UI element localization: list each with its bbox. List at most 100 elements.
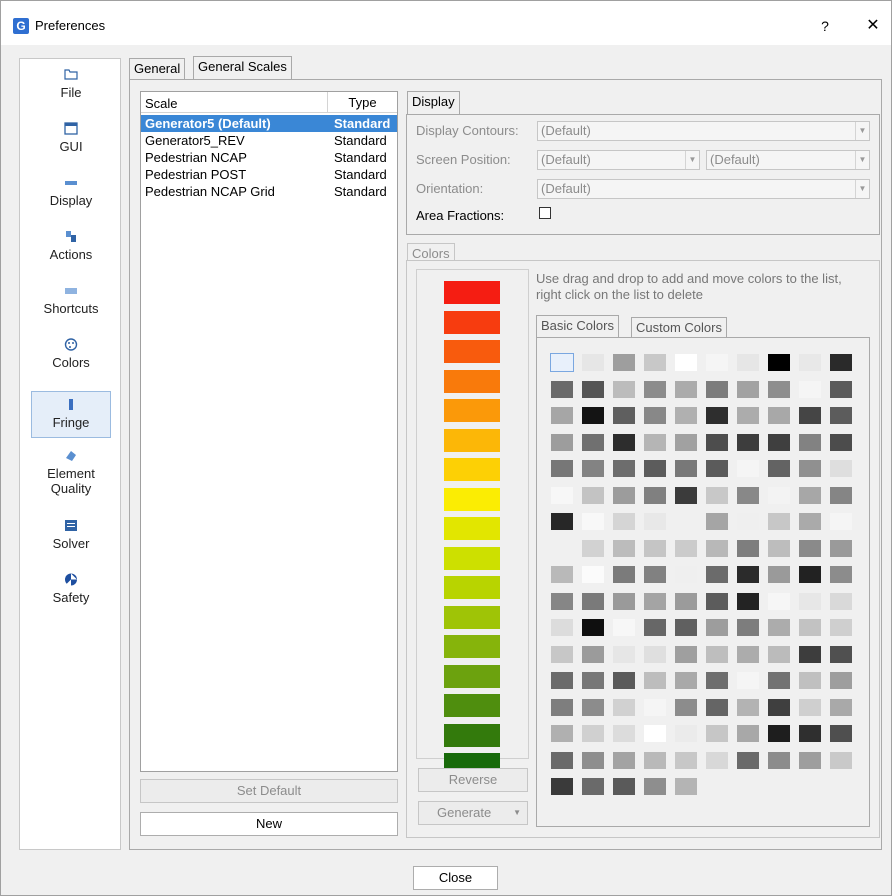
basic-color-cell[interactable] — [799, 433, 821, 451]
basic-color-cell[interactable] — [644, 566, 666, 583]
basic-color-cell[interactable] — [644, 645, 666, 663]
basic-color-cell[interactable] — [768, 433, 790, 451]
color-swatch[interactable] — [444, 664, 500, 688]
basic-color-cell[interactable] — [551, 380, 573, 398]
basic-color-cell[interactable] — [675, 751, 697, 769]
basic-color-cell[interactable] — [644, 407, 666, 424]
basic-color-cell[interactable] — [799, 460, 821, 477]
basic-color-cell[interactable] — [644, 486, 666, 504]
basic-color-cell[interactable] — [675, 672, 697, 689]
color-swatch[interactable] — [444, 576, 500, 599]
basic-color-cell[interactable] — [830, 433, 852, 451]
set-default-button[interactable]: Set Default — [140, 779, 398, 803]
column-header-scale[interactable]: Scale — [145, 96, 178, 111]
close-window-button[interactable]: ✕ — [861, 15, 885, 37]
basic-color-cell[interactable] — [768, 407, 790, 424]
basic-color-cell[interactable] — [830, 645, 852, 663]
scale-list[interactable]: Scale Type Generator5 (Default) Standard… — [140, 91, 398, 772]
basic-color-cell[interactable] — [799, 645, 821, 663]
basic-color-cell[interactable] — [830, 486, 852, 504]
basic-color-cell[interactable] — [551, 619, 573, 636]
color-swatch[interactable] — [444, 605, 500, 629]
basic-color-cell[interactable] — [830, 592, 852, 610]
sidebar-item-safety[interactable]: Safety — [32, 573, 110, 605]
basic-color-cell[interactable] — [737, 751, 759, 769]
basic-color-cell[interactable] — [706, 460, 728, 477]
basic-color-cell[interactable] — [644, 433, 666, 451]
basic-color-cell[interactable] — [799, 725, 821, 742]
basic-color-cell[interactable] — [706, 592, 728, 610]
basic-color-cell[interactable] — [830, 460, 852, 477]
basic-color-cell[interactable] — [706, 566, 728, 583]
basic-colors-grid[interactable] — [536, 337, 870, 827]
basic-color-cell[interactable] — [613, 566, 635, 583]
basic-color-cell[interactable] — [582, 354, 604, 371]
basic-color-cell[interactable] — [644, 619, 666, 636]
basic-color-cell[interactable] — [551, 645, 573, 663]
basic-color-cell[interactable] — [768, 566, 790, 583]
basic-color-cell[interactable] — [644, 513, 666, 530]
basic-color-cell[interactable] — [799, 751, 821, 769]
basic-color-cell[interactable] — [799, 539, 821, 557]
basic-color-cell[interactable] — [737, 539, 759, 557]
table-row[interactable]: Pedestrian NCAP Standard — [141, 149, 397, 166]
color-swatch[interactable] — [444, 546, 500, 570]
basic-color-cell[interactable] — [675, 380, 697, 398]
basic-color-cell[interactable] — [768, 672, 790, 689]
basic-color-cell[interactable] — [613, 751, 635, 769]
basic-color-cell[interactable] — [768, 592, 790, 610]
sidebar-item-shortcuts[interactable]: Shortcuts — [32, 284, 110, 316]
basic-color-cell[interactable] — [551, 460, 573, 477]
basic-color-cell[interactable] — [582, 619, 604, 636]
basic-color-cell[interactable] — [675, 460, 697, 477]
basic-color-cell[interactable] — [551, 407, 573, 424]
basic-color-cell[interactable] — [551, 486, 573, 504]
basic-color-cell[interactable] — [582, 751, 604, 769]
basic-color-cell[interactable] — [737, 672, 759, 689]
basic-color-cell[interactable] — [706, 380, 728, 398]
tab-general[interactable]: General — [129, 58, 186, 80]
column-header-type[interactable]: Type — [327, 92, 397, 113]
basic-color-cell[interactable] — [613, 354, 635, 371]
basic-color-cell[interactable] — [644, 539, 666, 557]
color-swatch[interactable] — [444, 281, 500, 304]
basic-color-cell[interactable] — [799, 354, 821, 371]
color-swatch[interactable] — [444, 340, 500, 363]
basic-color-cell[interactable] — [737, 513, 759, 530]
orientation-select[interactable]: (Default) ▼ — [537, 179, 870, 199]
basic-color-cell[interactable] — [799, 619, 821, 636]
basic-color-cell[interactable] — [737, 380, 759, 398]
basic-color-cell[interactable] — [613, 698, 635, 716]
basic-color-cell[interactable] — [551, 751, 573, 769]
color-swatch[interactable] — [444, 694, 500, 717]
basic-color-cell[interactable] — [613, 407, 635, 424]
basic-color-cell[interactable] — [551, 698, 573, 716]
basic-color-cell[interactable] — [737, 619, 759, 636]
basic-color-cell[interactable] — [737, 407, 759, 424]
basic-color-cell[interactable] — [768, 513, 790, 530]
basic-color-cell[interactable] — [613, 592, 635, 610]
basic-color-cell[interactable] — [551, 433, 573, 451]
basic-color-cell[interactable] — [675, 407, 697, 424]
basic-color-cell[interactable] — [706, 433, 728, 451]
basic-color-cell[interactable] — [799, 380, 821, 398]
basic-color-cell[interactable] — [768, 354, 790, 371]
basic-color-cell[interactable] — [799, 486, 821, 504]
basic-color-cell[interactable] — [644, 380, 666, 398]
basic-color-cell[interactable] — [737, 645, 759, 663]
basic-color-cell[interactable] — [799, 407, 821, 424]
basic-color-cell[interactable] — [830, 513, 852, 530]
color-swatch[interactable] — [444, 517, 500, 540]
basic-color-cell[interactable] — [613, 778, 635, 795]
area-fractions-checkbox[interactable] — [539, 207, 551, 219]
table-row[interactable]: Generator5_REV Standard — [141, 132, 397, 149]
basic-color-cell[interactable] — [675, 513, 697, 530]
basic-color-cell[interactable] — [830, 698, 852, 716]
basic-color-cell[interactable] — [737, 725, 759, 742]
basic-color-cell[interactable] — [768, 486, 790, 504]
basic-color-cell[interactable] — [582, 672, 604, 689]
basic-color-cell[interactable] — [830, 354, 852, 371]
basic-color-cell[interactable] — [582, 486, 604, 504]
screen-position-select-2[interactable]: (Default) ▼ — [706, 150, 870, 170]
basic-color-cell[interactable] — [551, 725, 573, 742]
